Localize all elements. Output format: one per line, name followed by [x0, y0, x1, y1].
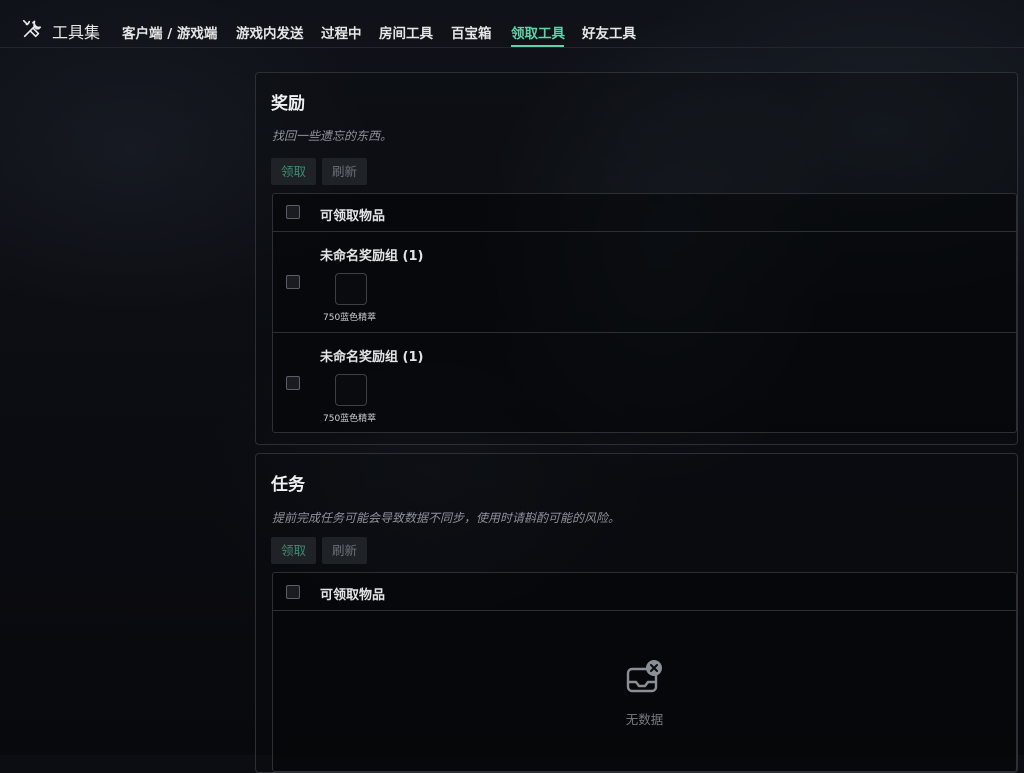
empty-state: 无数据 — [273, 612, 1016, 772]
table-header: 可领取物品 — [273, 194, 1016, 232]
reward-item-label: 750蓝色精萃 — [323, 414, 377, 424]
brand-title: 工具集 — [52, 23, 101, 42]
rewards-title: 奖励 — [271, 94, 305, 114]
missions-description: 提前完成任务可能会导致数据不同步，使用时请斟酌可能的风险。 — [272, 511, 621, 525]
missions-card: 任务 提前完成任务可能会导致数据不同步，使用时请斟酌可能的风险。 领取 刷新 可… — [255, 453, 1018, 773]
rewards-claim-button[interactable]: 领取 — [271, 158, 317, 185]
tools-icon — [21, 18, 43, 44]
rewards-card: 奖励 找回一些遗忘的东西。 领取 刷新 可领取物品 未命名奖励组 (1) 750… — [255, 72, 1018, 445]
table-row: 未命名奖励组 (1) 750蓝色精萃 — [273, 333, 1016, 434]
nav-in-game-send[interactable]: 游戏内发送 — [236, 22, 304, 42]
top-nav: 工具集 客户端 / 游戏端 游戏内发送 过程中 房间工具 百宝箱 领取工具 好友… — [0, 0, 1024, 48]
missions-table: 可领取物品 无数据 — [272, 572, 1017, 772]
reward-item-icon — [335, 273, 367, 305]
nav-room-tools[interactable]: 房间工具 — [379, 22, 433, 42]
select-all-checkbox[interactable] — [286, 585, 300, 599]
table-header-label: 可领取物品 — [320, 588, 386, 603]
reward-group-title: 未命名奖励组 (1) — [320, 350, 424, 365]
nav-in-progress[interactable]: 过程中 — [321, 22, 362, 42]
nav-treasure-box[interactable]: 百宝箱 — [451, 22, 492, 42]
row-checkbox[interactable] — [286, 275, 300, 289]
nav-active-indicator — [511, 45, 564, 47]
missions-refresh-button[interactable]: 刷新 — [322, 537, 368, 564]
rewards-table: 可领取物品 未命名奖励组 (1) 750蓝色精萃 未命名奖励组 (1) 750蓝… — [272, 193, 1017, 433]
table-header-label: 可领取物品 — [320, 209, 386, 224]
rewards-description: 找回一些遗忘的东西。 — [272, 129, 393, 143]
reward-item-icon — [335, 374, 367, 406]
nav-friend-tools[interactable]: 好友工具 — [582, 22, 636, 42]
brand[interactable]: 工具集 — [21, 19, 100, 43]
rewards-refresh-button[interactable]: 刷新 — [322, 158, 368, 185]
empty-text: 无数据 — [625, 712, 664, 727]
row-checkbox[interactable] — [286, 376, 300, 390]
nav-client-game[interactable]: 客户端 / 游戏端 — [122, 22, 217, 42]
reward-item-label: 750蓝色精萃 — [323, 313, 377, 323]
nav-claim-tools[interactable]: 领取工具 — [511, 22, 565, 42]
missions-claim-button[interactable]: 领取 — [271, 537, 317, 564]
table-row: 未命名奖励组 (1) 750蓝色精萃 — [273, 232, 1016, 333]
reward-group-title: 未命名奖励组 (1) — [320, 249, 424, 264]
table-header: 可领取物品 — [273, 573, 1016, 611]
select-all-checkbox[interactable] — [286, 205, 300, 219]
missions-title: 任务 — [271, 475, 305, 495]
